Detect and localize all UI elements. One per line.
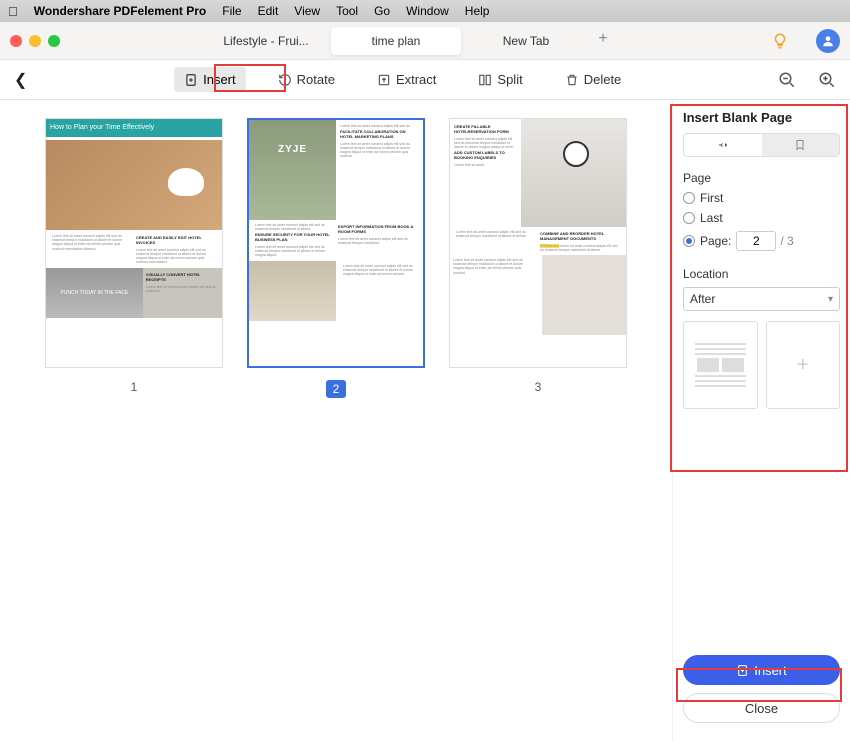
menu-go[interactable]: Go: [374, 4, 390, 18]
tab-new[interactable]: New Tab: [461, 27, 591, 55]
menu-edit[interactable]: Edit: [258, 4, 279, 18]
radio-label: Page:: [700, 234, 731, 248]
radio-last[interactable]: Last: [683, 211, 840, 225]
button-label: Insert: [754, 663, 787, 678]
insert-blank-page-panel: Insert Blank Page Page First Last Page: …: [672, 100, 850, 741]
toolbar-extract-button[interactable]: Extract: [367, 67, 446, 92]
location-select[interactable]: After ▾: [683, 287, 840, 311]
document-tabs: Lifestyle - Frui... time plan New Tab +: [60, 27, 756, 55]
radio-icon: [683, 212, 695, 224]
tip-bulb-icon[interactable]: [768, 29, 792, 53]
window-controls-bar: Lifestyle - Frui... time plan New Tab +: [0, 22, 850, 60]
menu-tool[interactable]: Tool: [336, 4, 358, 18]
page2-section-c: EXPORT INFORMATION FROM BOOK A ROOM FORM…: [338, 225, 417, 235]
radio-label: First: [700, 191, 723, 205]
page-section-label: Page: [683, 171, 840, 185]
zoom-in-button[interactable]: [818, 71, 836, 89]
page-col-3: CREATE FILLABLE HOTELRESERVATION FORMLor…: [449, 118, 627, 394]
tab-label: New Tab: [503, 34, 549, 48]
radio-first[interactable]: First: [683, 191, 840, 205]
button-label: Close: [745, 701, 778, 716]
location-label: Location: [683, 267, 840, 281]
page-thumbnail-2[interactable]: Lorem text sit amet consect adipis elit …: [247, 118, 425, 368]
page3-section-c: COMBINE AND REORDER HOTEL MANAGEMENT DOC…: [540, 232, 620, 242]
page-number-1: 1: [131, 380, 138, 394]
rotate-icon: [278, 73, 292, 87]
toolbar-delete-button[interactable]: Delete: [555, 67, 632, 92]
apple-menu-icon[interactable]: : [8, 4, 18, 19]
menu-file[interactable]: File: [222, 4, 241, 18]
minimize-window-icon[interactable]: [29, 35, 41, 47]
radio-icon: [683, 235, 695, 247]
page2-section-b: ENSURE SECURITY FOR YOUR HOTEL BUSINESS …: [255, 233, 334, 243]
page3-section-a: CREATE FILLABLE HOTELRESERVATION FORM: [454, 125, 517, 135]
menu-view[interactable]: View: [294, 4, 320, 18]
radio-label: Last: [700, 211, 723, 225]
back-button[interactable]: ❮: [14, 70, 27, 90]
landscape-icon: [716, 139, 730, 151]
toolbar-label: Split: [497, 72, 522, 87]
page-col-2: Lorem text sit amet consect adipis elit …: [247, 118, 425, 398]
extract-icon: [377, 73, 391, 87]
page-col-1: How to Plan your Time Effectively Lorem …: [45, 118, 223, 394]
app-name[interactable]: Wondershare PDFelement Pro: [34, 4, 207, 18]
bookmark-icon: [794, 138, 806, 152]
page-thumbnails: How to Plan your Time Effectively Lorem …: [0, 100, 672, 741]
menu-help[interactable]: Help: [465, 4, 490, 18]
page1-section-b: VISUALLY CONVERT HOTEL RECEIPTS: [146, 273, 219, 283]
toolbar-label: Extract: [396, 72, 436, 87]
insert-page-icon: [736, 664, 749, 677]
split-icon: [478, 73, 492, 87]
orientation-portrait-tab[interactable]: [762, 134, 840, 156]
page-number-input[interactable]: [736, 231, 776, 251]
page-total: / 3: [780, 234, 793, 248]
radio-page[interactable]: Page: / 3: [683, 231, 840, 251]
page-thumbnail-1[interactable]: How to Plan your Time Effectively Lorem …: [45, 118, 223, 368]
page2-section-a: FACILITATE COLLABORATION ON HOTEL MARKET…: [340, 130, 419, 140]
sidepanel-title: Insert Blank Page: [683, 110, 840, 125]
page1-title: How to Plan your Time Effectively: [46, 119, 222, 137]
page-thumbnail-3[interactable]: CREATE FILLABLE HOTELRESERVATION FORMLor…: [449, 118, 627, 368]
page3-section-b: ADD CUSTOM LABELS TO BOOKING ENQUIRIES: [454, 151, 517, 161]
orientation-landscape-tab[interactable]: [684, 134, 762, 156]
page-toolbar: ❮ Insert Rotate Extract Split Delete: [0, 60, 850, 100]
layout-preview-row: +: [683, 321, 840, 409]
toolbar-insert-button[interactable]: Insert: [174, 67, 246, 92]
plus-icon: +: [797, 354, 809, 377]
page-number-3: 3: [535, 380, 542, 394]
user-avatar-icon[interactable]: [816, 29, 840, 53]
trash-icon: [565, 73, 579, 87]
menu-window[interactable]: Window: [406, 4, 449, 18]
location-value: After: [690, 292, 715, 306]
toolbar-label: Rotate: [297, 72, 335, 87]
zoom-window-icon[interactable]: [48, 35, 60, 47]
zoom-out-button[interactable]: [778, 71, 796, 89]
insert-button[interactable]: Insert: [683, 655, 840, 685]
close-button[interactable]: Close: [683, 693, 840, 723]
page-number-2: 2: [326, 380, 347, 398]
toolbar-rotate-button[interactable]: Rotate: [268, 67, 345, 92]
toolbar-label: Delete: [584, 72, 622, 87]
tab-label: Lifestyle - Frui...: [223, 34, 308, 48]
page1-section-a: CREATE AND EASILY EDIT HOTEL INVOICES: [136, 236, 216, 246]
tab-label: time plan: [372, 34, 421, 48]
orientation-tabs: [683, 133, 840, 157]
traffic-lights: [10, 35, 60, 47]
layout-preview-blank[interactable]: +: [766, 321, 841, 409]
layout-preview-content[interactable]: [683, 321, 758, 409]
new-tab-button[interactable]: +: [591, 27, 615, 51]
toolbar-label: Insert: [203, 72, 236, 87]
insert-page-icon: [184, 73, 198, 87]
tab-time-plan[interactable]: time plan: [331, 27, 461, 55]
macos-menubar:  Wondershare PDFelement Pro File Edit V…: [0, 0, 850, 22]
close-window-icon[interactable]: [10, 35, 22, 47]
page1-punch: PUNCH TODAY IN THE FACE: [46, 268, 143, 318]
main-area: How to Plan your Time Effectively Lorem …: [0, 100, 850, 741]
chevron-down-icon: ▾: [828, 294, 833, 305]
radio-icon: [683, 192, 695, 204]
toolbar-split-button[interactable]: Split: [468, 67, 532, 92]
tab-lifestyle[interactable]: Lifestyle - Frui...: [201, 27, 331, 55]
